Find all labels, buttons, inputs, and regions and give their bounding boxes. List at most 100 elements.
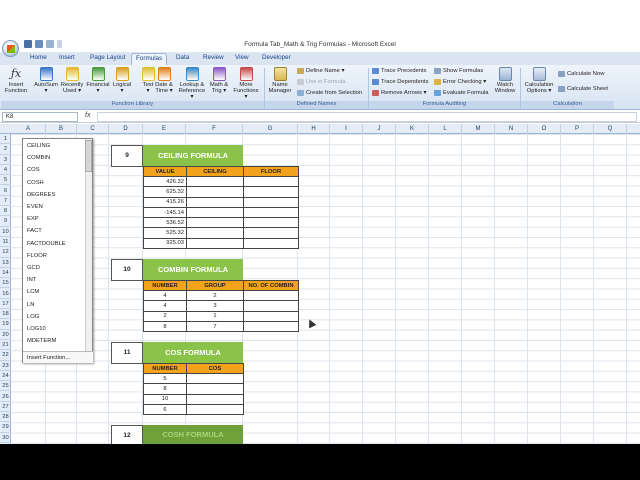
autocomplete-item[interactable]: INT	[27, 277, 36, 286]
row-header-4[interactable]: 4	[0, 165, 11, 176]
row-header-21[interactable]: 21	[0, 340, 11, 351]
row-header-8[interactable]: 8	[0, 206, 11, 217]
name-box[interactable]: K8	[2, 112, 78, 122]
autocomplete-scrollbar[interactable]	[85, 139, 92, 351]
table-cell[interactable]	[243, 186, 299, 198]
row-header-7[interactable]: 7	[0, 196, 11, 207]
table-cell[interactable]	[243, 289, 299, 302]
create-from-selection-button[interactable]: Create from Selection	[297, 90, 362, 96]
trace-dependents-button[interactable]: Trace Dependents	[372, 79, 428, 85]
minimize-button[interactable]: –	[591, 36, 596, 47]
table-cell[interactable]: 7	[186, 320, 244, 333]
row-header-23[interactable]: 23	[0, 361, 11, 371]
tab-view[interactable]: View	[233, 54, 251, 65]
calculate-now-button[interactable]: Calculate Now	[558, 71, 604, 77]
define-name-button[interactable]: Define Name ▾	[297, 68, 344, 74]
row-header-13[interactable]: 13	[0, 258, 11, 268]
table-cell[interactable]: 415.26	[143, 196, 187, 208]
autocomplete-item[interactable]: LN	[27, 302, 34, 311]
table-cell[interactable]: 6	[143, 403, 187, 416]
table-cell[interactable]: 625.32	[143, 186, 187, 198]
evaluate-formula-button[interactable]: Evaluate Formula	[434, 90, 488, 96]
office-button[interactable]	[2, 40, 19, 57]
row-header-9[interactable]: 9	[0, 216, 11, 227]
tab-insert[interactable]: Insert	[57, 54, 77, 65]
row-header-28[interactable]: 28	[0, 412, 11, 423]
column-header-f[interactable]: F	[186, 124, 243, 134]
autocomplete-item[interactable]: LCM	[27, 289, 39, 298]
watch-window-button[interactable]: Watch Window	[492, 67, 518, 94]
table-cell[interactable]	[243, 320, 299, 333]
column-header-q[interactable]: Q	[594, 124, 627, 134]
table-cell[interactable]	[186, 372, 244, 385]
row-header-25[interactable]: 25	[0, 381, 11, 392]
autocomplete-item[interactable]: COS	[27, 167, 40, 176]
column-header-a[interactable]: A	[11, 124, 46, 134]
table-cell[interactable]	[186, 237, 244, 250]
tab-review[interactable]: Review	[201, 54, 226, 65]
tab-data[interactable]: Data	[174, 54, 191, 65]
row-header-2[interactable]: 2	[0, 144, 11, 155]
table-cell[interactable]	[243, 196, 299, 208]
table-cell[interactable]	[186, 186, 244, 198]
tab-home[interactable]: Home	[28, 54, 49, 65]
column-header-p[interactable]: P	[561, 124, 594, 134]
table-cell[interactable]	[243, 237, 299, 250]
remove-arrows-button[interactable]: Remove Arrows ▾	[372, 90, 426, 96]
formula-input[interactable]	[97, 112, 637, 122]
use-in-formula-button[interactable]: Use in Formula	[297, 79, 345, 85]
tab-developer[interactable]: Developer	[260, 54, 293, 65]
table-cell[interactable]: 8	[143, 320, 187, 333]
table-cell[interactable]	[243, 310, 299, 322]
fx-icon[interactable]: fx	[85, 112, 90, 119]
library-button-2[interactable]: Financial ▾	[86, 67, 110, 94]
library-button-7[interactable]: Math & Trig ▾	[207, 67, 231, 94]
row-header-3[interactable]: 3	[0, 155, 11, 165]
row-header-12[interactable]: 12	[0, 247, 11, 258]
column-header-k[interactable]: K	[396, 124, 429, 134]
table-cell[interactable]	[186, 383, 244, 395]
table-cell[interactable]: 1	[186, 310, 244, 322]
autocomplete-item[interactable]: FLOOR	[27, 253, 47, 262]
column-header-j[interactable]: J	[363, 124, 396, 134]
table-cell[interactable]: 536.52	[143, 217, 187, 229]
column-header-c[interactable]: C	[77, 124, 109, 134]
column-header-h[interactable]: H	[298, 124, 330, 134]
column-header-i[interactable]: I	[330, 124, 363, 134]
column-header-b[interactable]: B	[46, 124, 77, 134]
function-autocomplete-list[interactable]: CEILING COMBIN COS COSH DEGREES EVEN EXP FACT FA…	[22, 138, 93, 363]
table-cell[interactable]: 925.03	[143, 237, 187, 250]
row-header-24[interactable]: 24	[0, 371, 11, 382]
tab-page-layout[interactable]: Page Layout	[88, 54, 127, 65]
row-header-29[interactable]: 29	[0, 422, 11, 433]
row-header-16[interactable]: 16	[0, 289, 11, 299]
table-cell[interactable]: 4	[143, 289, 187, 302]
table-cell[interactable]	[243, 227, 299, 239]
row-header-27[interactable]: 27	[0, 402, 11, 413]
library-button-1[interactable]: Recently Used ▾	[60, 67, 84, 94]
table-cell[interactable]	[186, 217, 244, 229]
name-manager-button[interactable]: Name Manager	[267, 67, 293, 94]
scrollbar-thumb[interactable]	[85, 140, 92, 172]
row-header-22[interactable]: 22	[0, 350, 11, 361]
autocomplete-item[interactable]: EVEN	[27, 204, 43, 213]
library-button-5[interactable]: Date & Time ▾	[152, 67, 176, 94]
autocomplete-item[interactable]: LOG10	[27, 326, 46, 335]
row-header-18[interactable]: 18	[0, 309, 11, 320]
row-header-15[interactable]: 15	[0, 278, 11, 289]
row-header-5[interactable]: 5	[0, 175, 11, 186]
column-header-l[interactable]: L	[429, 124, 462, 134]
table-cell[interactable]: 5	[143, 372, 187, 385]
autocomplete-item[interactable]: FACT	[27, 228, 42, 237]
table-cell[interactable]	[186, 227, 244, 239]
autocomplete-item[interactable]: DEGREES	[27, 192, 55, 201]
row-header-14[interactable]: 14	[0, 268, 11, 279]
column-header-m[interactable]: M	[462, 124, 495, 134]
autocomplete-item[interactable]: MDETERM	[27, 338, 56, 347]
table-cell[interactable]	[243, 217, 299, 229]
calculation-options-button[interactable]: Calculation Options ▾	[523, 67, 555, 94]
row-header-6[interactable]: 6	[0, 186, 11, 196]
row-header-30[interactable]: 30	[0, 433, 11, 443]
row-header-11[interactable]: 11	[0, 237, 11, 248]
column-header-o[interactable]: O	[528, 124, 561, 134]
